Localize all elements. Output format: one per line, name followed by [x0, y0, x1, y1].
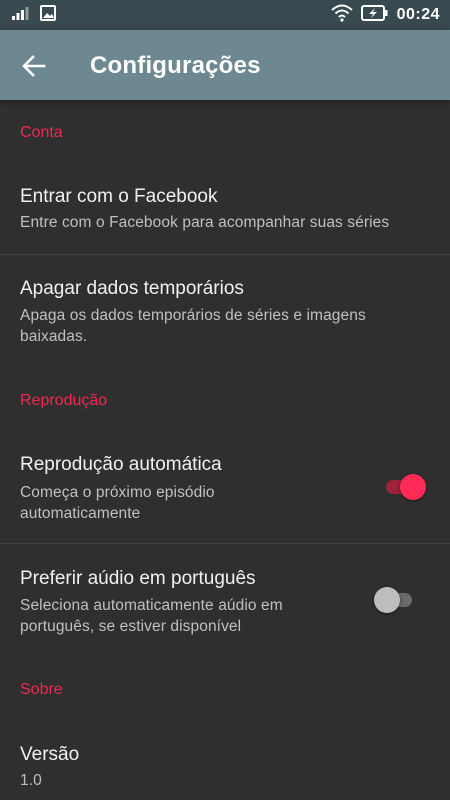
facebook-login-subtitle: Entre com o Facebook para acompanhar sua…: [20, 214, 390, 231]
portuguese-audio-title: Preferir aúdio em português: [20, 568, 256, 589]
clear-cache-item[interactable]: Apagar dados temporários Apaga os dados …: [0, 262, 450, 362]
section-header-playback: Reprodução: [20, 392, 108, 409]
autoplay-toggle[interactable]: [382, 473, 426, 501]
version-value: 1.0: [20, 772, 42, 789]
portuguese-audio-subtitle-line2: português, se estiver disponível: [20, 618, 242, 635]
divider: [0, 543, 450, 544]
section-header-about: Sobre: [20, 681, 63, 698]
clear-cache-subtitle-line1: Apaga os dados temporários de séries e i…: [20, 307, 366, 324]
portuguese-audio-toggle[interactable]: [374, 586, 418, 614]
divider: [0, 254, 450, 255]
page-title: Configurações: [90, 52, 261, 79]
autoplay-title: Reprodução automática: [20, 454, 222, 475]
wifi-icon: [330, 4, 353, 27]
version-title: Versão: [20, 744, 80, 765]
image-notification-icon: [40, 4, 56, 26]
autoplay-subtitle-line1: Começa o próximo episódio: [20, 484, 215, 501]
autoplay-subtitle-line2: automaticamente: [20, 505, 141, 522]
signal-icon: [12, 6, 32, 25]
clear-cache-title: Apagar dados temporários: [20, 278, 244, 299]
portuguese-audio-item[interactable]: Preferir aúdio em português Seleciona au…: [0, 552, 450, 654]
version-item[interactable]: Versão 1.0: [0, 728, 450, 800]
arrow-left-icon: [18, 55, 50, 86]
section-header-account: Conta: [20, 124, 63, 141]
facebook-login-item[interactable]: Entrar com o Facebook Entre com o Facebo…: [0, 170, 450, 254]
back-button[interactable]: [18, 50, 50, 82]
facebook-login-title: Entrar com o Facebook: [20, 186, 218, 207]
portuguese-audio-subtitle-line1: Seleciona automaticamente aúdio em: [20, 597, 283, 614]
toggle-thumb: [400, 474, 426, 500]
status-bar: 00:24: [0, 0, 450, 30]
clock: 00:24: [396, 6, 440, 23]
toggle-thumb: [374, 587, 400, 613]
app-bar: Configurações: [0, 30, 450, 100]
autoplay-item[interactable]: Reprodução automática Começa o próximo e…: [0, 440, 450, 543]
battery-charging-icon: [360, 4, 389, 26]
clear-cache-subtitle-line2: baixadas.: [20, 328, 88, 345]
